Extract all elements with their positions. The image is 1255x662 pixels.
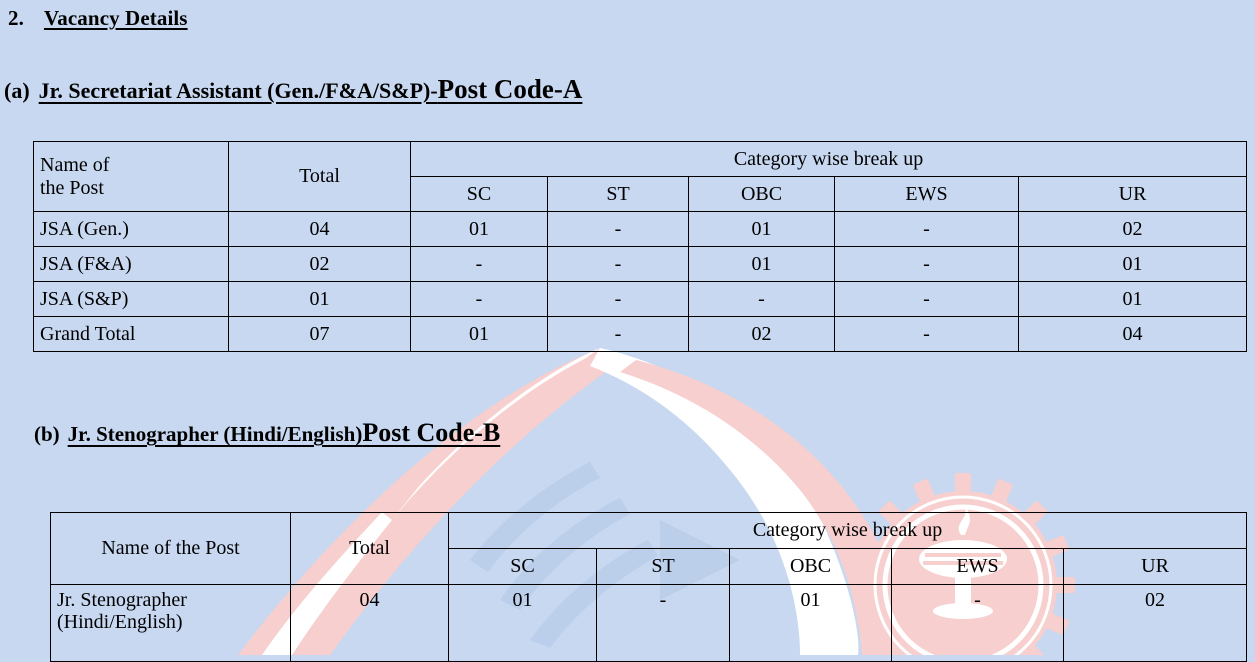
- table-row: JSA (F&A) 02 - - 01 - 01: [33, 246, 1248, 282]
- table-a-row-3-post: Grand Total: [33, 316, 229, 352]
- table-a-col-post-header-line2: the Post: [40, 176, 104, 199]
- table-a-col-post-header-line1: Name of: [40, 154, 110, 177]
- table-a-row-0-post: JSA (Gen.): [33, 211, 229, 247]
- table-a-row-2-post: JSA (S&P): [33, 281, 229, 317]
- table-a-row-1-st: -: [547, 246, 689, 282]
- table-b-header-row-1: Name of the Post Total Category wise bre…: [50, 512, 1248, 585]
- table-a-row-0-sc: 01: [410, 211, 548, 247]
- subsection-b-post-code: Post Code-B: [362, 418, 501, 447]
- table-b-row-0-sc: 01: [448, 584, 597, 662]
- table-b-col-total-header: Total: [290, 512, 449, 585]
- subsection-a-heading: (a) Jr. Secretariat Assistant (Gen./F&A/S…: [4, 74, 582, 105]
- subsection-a-post-code: Post Code-A: [437, 74, 583, 104]
- table-b-row-0-ews: -: [891, 584, 1064, 662]
- table-b-row-0-post-line2: (Hindi/English): [57, 611, 183, 634]
- table-a-row-1-post: JSA (F&A): [33, 246, 229, 282]
- table-b-group-header: Category wise break up: [447, 512, 1248, 549]
- table-a-row-1-total: 02: [228, 246, 411, 282]
- table-a-row-2-ews: -: [834, 281, 1019, 317]
- table-a-row-0-obc: 01: [688, 211, 835, 247]
- table-a-row-2-obc: -: [688, 281, 835, 317]
- table-a-col-total-header: Total: [228, 141, 411, 212]
- table-a-col-st-header: ST: [547, 176, 689, 212]
- section-heading: 2. Vacancy Details: [8, 6, 188, 31]
- table-a-col-obc-header: OBC: [688, 176, 835, 212]
- section-number: 2.: [8, 6, 24, 30]
- table-a-row-2-total: 01: [228, 281, 411, 317]
- subsection-a-marker: (a): [4, 78, 30, 103]
- table-a-row-3-total: 07: [228, 316, 411, 352]
- table-a-row-0-total: 04: [228, 211, 411, 247]
- table-a-col-post-header: Name of the Post: [33, 141, 229, 212]
- subsection-a-post-name: Jr. Secretariat Assistant (Gen./F&A/S&P)…: [38, 78, 438, 103]
- table-a-group-header: Category wise break up: [409, 141, 1248, 177]
- subsection-b-marker: (b): [34, 422, 60, 446]
- table-b-col-ur-header: UR: [1062, 548, 1248, 585]
- table-a-row-3-st: -: [547, 316, 689, 352]
- vacancy-table-post-code-a: Name of the Post Total Category wise bre…: [33, 141, 1248, 352]
- table-b-col-st-header: ST: [596, 548, 730, 585]
- table-b-row-0-total: 04: [290, 584, 449, 662]
- table-a-header-row-1: Name of the Post Total Category wise bre…: [33, 141, 1248, 212]
- table-a-col-sc-header: SC: [410, 176, 548, 212]
- vacancy-table-post-code-b: Name of the Post Total Category wise bre…: [50, 512, 1248, 662]
- table-row-grand-total: Grand Total 07 01 - 02 - 04: [33, 316, 1248, 352]
- table-b-row-0-post-line1: Jr. Stenographer: [57, 589, 187, 611]
- table-a-col-ur-header: UR: [1017, 176, 1248, 212]
- subsection-b-post-name: Jr. Stenographer (Hindi/English): [67, 422, 363, 446]
- table-a-col-ews-header: EWS: [834, 176, 1019, 212]
- table-row: Jr. Stenographer (Hindi/English) 04 01 -…: [50, 584, 1248, 662]
- table-a-row-0-st: -: [547, 211, 689, 247]
- table-a-row-2-ur: 01: [1017, 281, 1248, 317]
- table-a-row-0-ur: 02: [1017, 211, 1248, 247]
- table-row: JSA (Gen.) 04 01 - 01 - 02: [33, 211, 1248, 247]
- table-a-row-3-ews: -: [834, 316, 1019, 352]
- subsection-b-heading: (b) Jr. Stenographer (Hindi/English)Post …: [34, 418, 500, 448]
- table-a-row-1-ews: -: [834, 246, 1019, 282]
- table-a-row-3-obc: 02: [688, 316, 835, 352]
- table-b-row-0-st: -: [596, 584, 730, 662]
- table-a-row-1-sc: -: [410, 246, 548, 282]
- table-a-row-0-ews: -: [834, 211, 1019, 247]
- table-b-row-0-ur: 02: [1062, 584, 1248, 662]
- table-b-col-post-header: Name of the Post: [50, 512, 291, 585]
- table-row: JSA (S&P) 01 - - - - 01: [33, 281, 1248, 317]
- table-a-row-3-sc: 01: [410, 316, 548, 352]
- table-b-row-0-obc: 01: [729, 584, 892, 662]
- section-title: Vacancy Details: [43, 6, 188, 30]
- table-b-col-sc-header: SC: [448, 548, 597, 585]
- table-a-row-2-st: -: [547, 281, 689, 317]
- table-a-row-1-ur: 01: [1017, 246, 1248, 282]
- table-b-col-obc-header: OBC: [729, 548, 892, 585]
- table-a-row-2-sc: -: [410, 281, 548, 317]
- table-b-col-ews-header: EWS: [891, 548, 1064, 585]
- table-a-row-3-ur: 04: [1017, 316, 1248, 352]
- table-a-row-1-obc: 01: [688, 246, 835, 282]
- table-b-row-0-post: Jr. Stenographer (Hindi/English): [50, 584, 291, 662]
